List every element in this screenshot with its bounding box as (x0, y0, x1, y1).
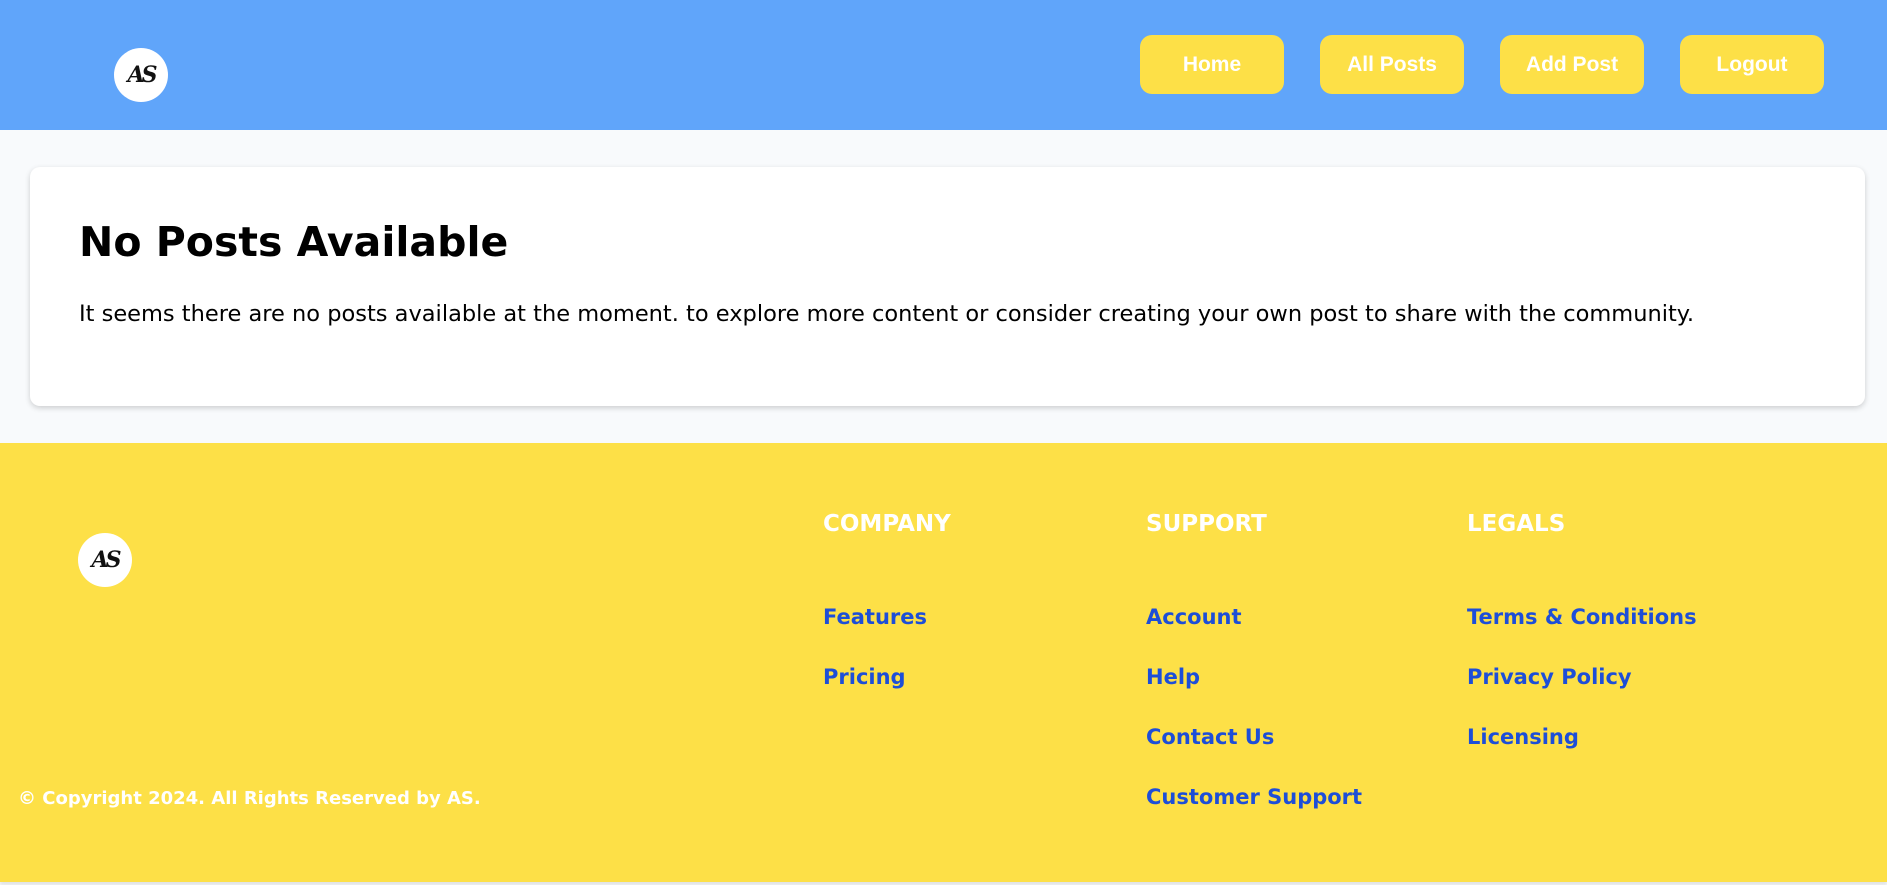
footer-logo: AS (78, 533, 132, 587)
footer: AS COMPANY SUPPORT LEGALS Features Prici… (0, 443, 1887, 882)
footer-link-terms[interactable]: Terms & Conditions (1467, 605, 1697, 629)
empty-state-message: It seems there are no posts available at… (79, 301, 1695, 327)
footer-link-customer-support[interactable]: Customer Support (1146, 785, 1362, 809)
logo[interactable]: AS (114, 48, 168, 102)
footer-link-account[interactable]: Account (1146, 605, 1242, 629)
page-title: No Posts Available (79, 218, 509, 266)
footer-link-features[interactable]: Features (823, 605, 927, 629)
footer-link-licensing[interactable]: Licensing (1467, 725, 1579, 749)
nav-add-post-button[interactable]: Add Post (1500, 35, 1644, 94)
empty-state-card: No Posts Available It seems there are no… (30, 167, 1865, 406)
footer-heading-company: COMPANY (823, 511, 951, 537)
copyright: © Copyright 2024. All Rights Reserved by… (18, 788, 481, 809)
footer-heading-support: SUPPORT (1146, 511, 1267, 537)
footer-heading-legals: LEGALS (1467, 511, 1566, 537)
footer-link-privacy[interactable]: Privacy Policy (1467, 665, 1632, 689)
nav-home-button[interactable]: Home (1140, 35, 1284, 94)
nav-all-posts-button[interactable]: All Posts (1320, 35, 1464, 94)
nav-logout-button[interactable]: Logout (1680, 35, 1824, 94)
footer-link-help[interactable]: Help (1146, 665, 1200, 689)
header: AS Home All Posts Add Post Logout (0, 0, 1887, 130)
footer-link-contact-us[interactable]: Contact Us (1146, 725, 1274, 749)
footer-link-pricing[interactable]: Pricing (823, 665, 906, 689)
